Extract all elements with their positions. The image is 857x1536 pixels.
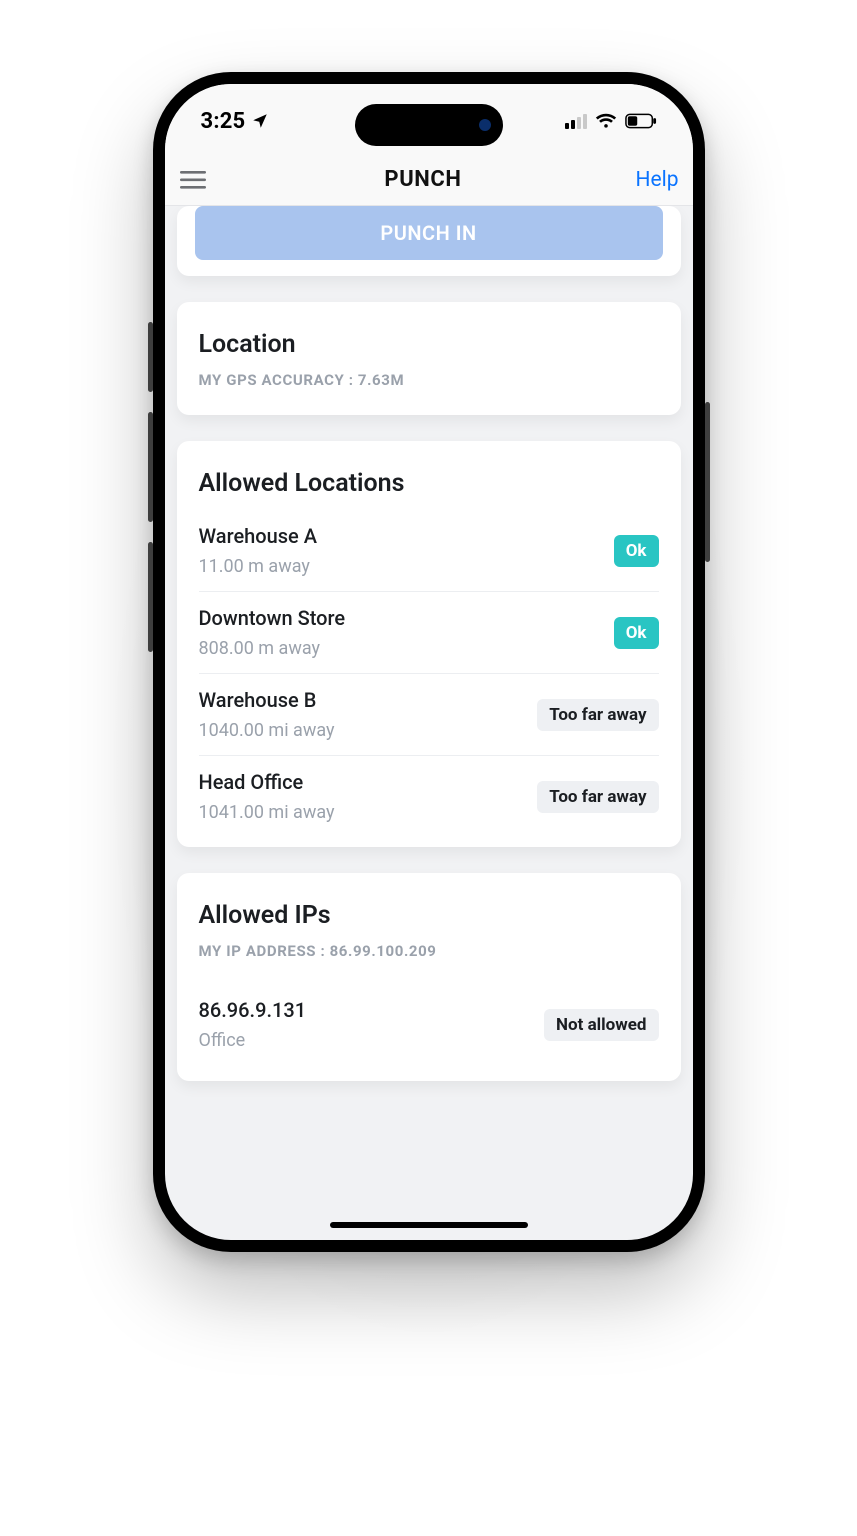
location-row-meta: Head Office 1041.00 mi away: [199, 770, 335, 823]
help-button[interactable]: Help: [635, 168, 682, 192]
phone-frame: 3:25: [153, 72, 705, 1252]
location-row[interactable]: Head Office 1041.00 mi away Too far away: [199, 756, 659, 837]
status-time: 3:25: [201, 109, 246, 134]
location-card-title: Location: [199, 330, 659, 359]
location-distance: 1040.00 mi away: [199, 720, 335, 741]
ip-status-badge: Not allowed: [544, 1009, 659, 1041]
wifi-icon: [595, 113, 617, 129]
ip-address: 86.96.9.131: [199, 998, 307, 1022]
status-time-group: 3:25: [201, 109, 270, 134]
location-name: Warehouse A: [199, 524, 318, 548]
allowed-ips-title: Allowed IPs: [199, 901, 659, 930]
allowed-locations-title: Allowed Locations: [199, 469, 659, 498]
location-distance: 808.00 m away: [199, 638, 346, 659]
location-row[interactable]: Warehouse B 1040.00 mi away Too far away: [199, 674, 659, 756]
ip-label: Office: [199, 1030, 307, 1051]
screen: 3:25: [165, 84, 693, 1240]
location-row-meta: Downtown Store 808.00 m away: [199, 606, 346, 659]
phone-power-button: [705, 402, 710, 562]
page-stage: 3:25: [0, 0, 857, 1536]
dynamic-island: [355, 104, 503, 146]
home-indicator[interactable]: [330, 1222, 528, 1228]
allowed-ips-card: Allowed IPs MY IP ADDRESS : 86.99.100.20…: [177, 873, 681, 1081]
cellular-signal-icon: [565, 113, 587, 129]
phone-side-button: [148, 542, 153, 652]
location-status-badge: Too far away: [537, 781, 658, 813]
location-name: Downtown Store: [199, 606, 346, 630]
location-distance: 1041.00 mi away: [199, 802, 335, 823]
location-card: Location MY GPS ACCURACY : 7.63M: [177, 302, 681, 415]
ip-row-meta: 86.96.9.131 Office: [199, 998, 307, 1051]
ip-row[interactable]: 86.96.9.131 Office Not allowed: [199, 998, 659, 1051]
punch-in-button[interactable]: PUNCH IN: [195, 206, 663, 260]
hamburger-icon: [180, 171, 206, 189]
location-arrow-icon: [251, 112, 269, 130]
location-row[interactable]: Warehouse A 11.00 m away Ok: [199, 510, 659, 592]
location-status-badge: Too far away: [537, 699, 658, 731]
island-camera-dot: [479, 119, 491, 131]
menu-button[interactable]: [175, 162, 211, 198]
location-distance: 11.00 m away: [199, 556, 318, 577]
location-row-meta: Warehouse B 1040.00 mi away: [199, 688, 335, 741]
allowed-locations-list: Warehouse A 11.00 m away Ok Downtown Store 8…: [199, 510, 659, 837]
location-name: Head Office: [199, 770, 335, 794]
status-icons: [565, 113, 657, 129]
allowed-locations-card: Allowed Locations Warehouse A 11.00 m awa…: [177, 441, 681, 847]
gps-accuracy-label: MY GPS ACCURACY : 7.63M: [199, 371, 659, 389]
phone-side-button: [148, 322, 153, 392]
phone-side-button: [148, 412, 153, 522]
battery-icon: [625, 113, 657, 129]
my-ip-label: MY IP ADDRESS : 86.99.100.209: [199, 942, 659, 960]
location-status-badge: Ok: [614, 535, 659, 567]
location-row-meta: Warehouse A 11.00 m away: [199, 524, 318, 577]
nav-bar: PUNCH Help: [165, 154, 693, 206]
location-name: Warehouse B: [199, 688, 335, 712]
scroll-content[interactable]: PUNCH IN Location MY GPS ACCURACY : 7.63…: [165, 206, 693, 1240]
location-row[interactable]: Downtown Store 808.00 m away Ok: [199, 592, 659, 674]
nav-title: PUNCH: [211, 167, 636, 192]
punch-card: PUNCH IN: [177, 206, 681, 276]
location-status-badge: Ok: [614, 617, 659, 649]
allowed-ips-list: 86.96.9.131 Office Not allowed: [199, 998, 659, 1051]
